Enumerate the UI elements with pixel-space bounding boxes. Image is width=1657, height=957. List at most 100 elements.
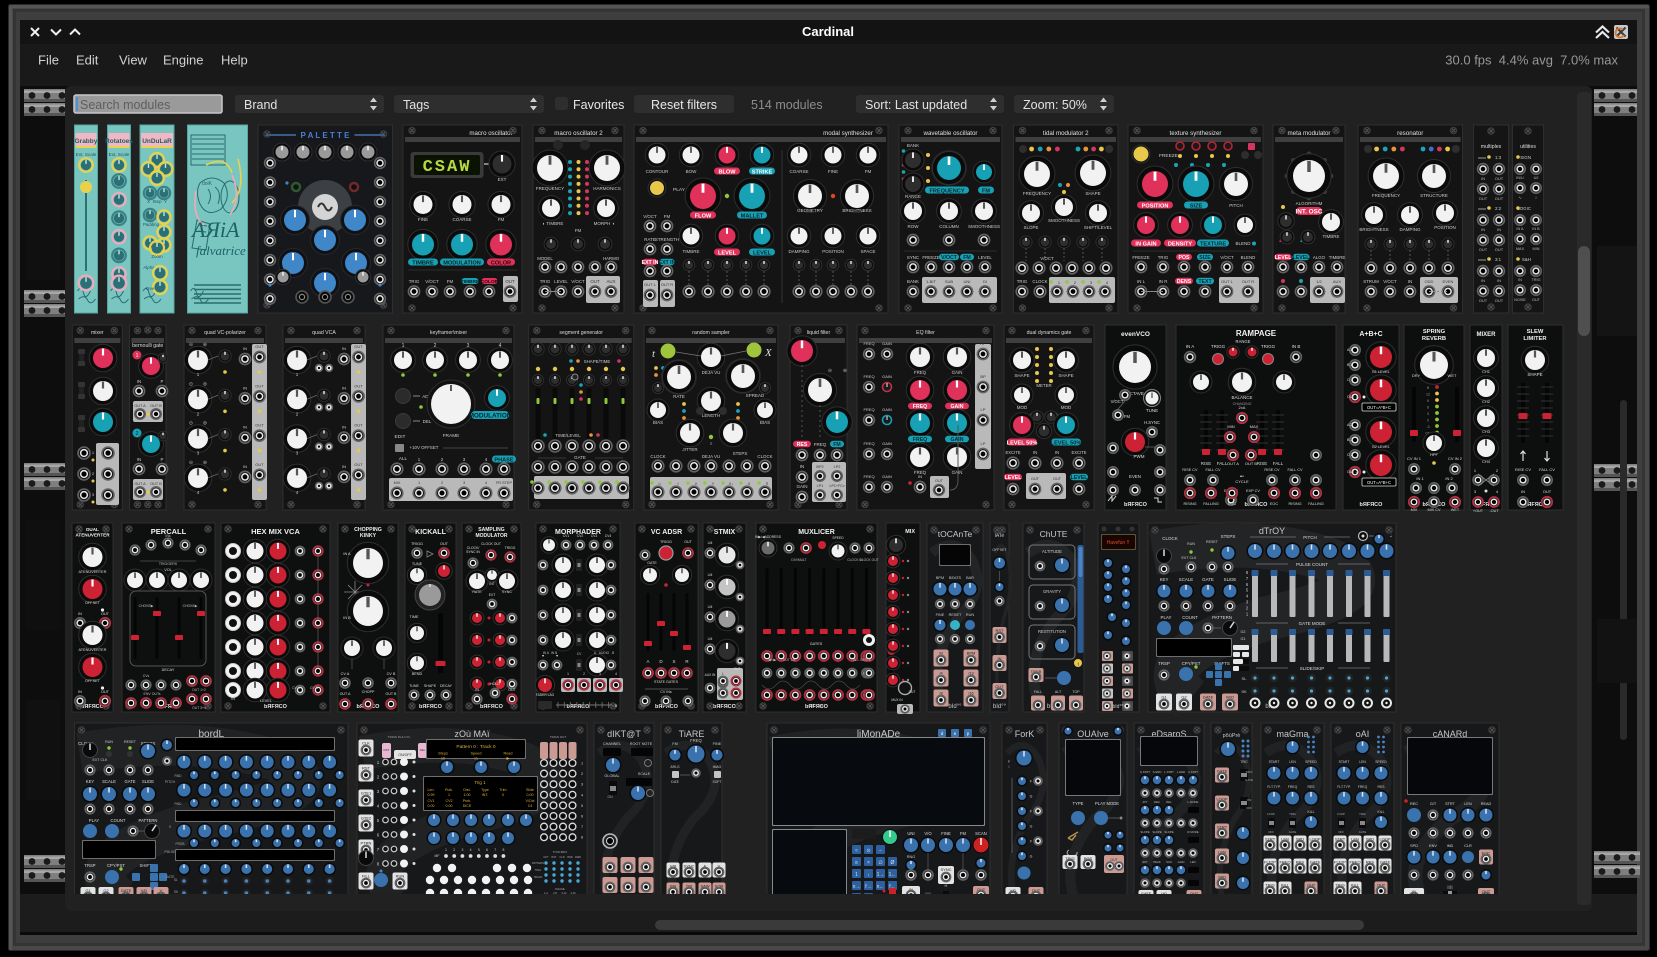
svg-text:GAIN: GAIN [952, 370, 963, 375]
svg-text:CHOKE▶: CHOKE▶ [183, 604, 198, 608]
svg-text:BLEND: BLEND [1235, 241, 1251, 246]
svg-text:OUT: OUT [935, 479, 944, 483]
svg-text:CV IN 1: CV IN 1 [1407, 456, 1422, 461]
svg-text:FRAME: FRAME [443, 433, 460, 439]
svg-text:C 2: C 2 [1347, 453, 1353, 457]
svg-text:V/OCT: V/OCT [1040, 256, 1054, 261]
svg-text:A 2: A 2 [1347, 423, 1352, 427]
svg-text:TRIGG: TRIGG [660, 540, 672, 544]
svg-text:SLOPE: SLOPE [1023, 225, 1038, 230]
svg-text:Ext. Scale: Ext. Scale [109, 152, 130, 157]
svg-text:RISE CV: RISE CV [1264, 468, 1280, 472]
svg-text:FREQ: FREQ [913, 437, 927, 443]
svg-text:U/I: U/I [1534, 176, 1539, 180]
svg-text:SL: SL [1242, 676, 1248, 681]
svg-text:GAIN: GAIN [882, 374, 892, 379]
svg-text:RESET: RESET [124, 740, 137, 744]
svg-text:MOD: MOD [1017, 405, 1028, 410]
svg-text:OUT B: OUT B [386, 692, 398, 696]
svg-text:Help: Help [221, 53, 248, 68]
svg-text:30.0 fps 4.4% avg 7.0% max: 30.0 fps 4.4% avg 7.0% max [1445, 53, 1618, 68]
svg-text:CH2: CH2 [1482, 399, 1491, 404]
svg-text:FREQ: FREQ [914, 370, 927, 375]
svg-text:PITCH: PITCH [1229, 203, 1243, 208]
svg-text:-OUT: -OUT [1489, 509, 1499, 513]
svg-text:EXP CV: EXP CV [1246, 489, 1260, 493]
svg-text:LEVEL: LEVEL [1275, 255, 1293, 261]
svg-text:OUT B: OUT B [150, 404, 162, 408]
svg-text:OUT A: OUT A [134, 482, 146, 486]
svg-text:LP2: LP2 [834, 465, 841, 469]
svg-text:PWM: PWM [1134, 454, 1145, 459]
svg-text:Grabby: Grabby [75, 138, 98, 145]
svg-text:IN: IN [231, 697, 235, 701]
svg-text:t↓: t↓ [659, 482, 662, 486]
svg-text:CV B: CV B [310, 686, 319, 690]
svg-text:IN: IN [1481, 227, 1485, 232]
svg-text:IN: IN [1521, 489, 1525, 494]
svg-text:ALGORITHM: ALGORITHM [1296, 201, 1323, 206]
svg-text:TIMBRE: TIMBRE [412, 260, 434, 266]
svg-text:RISE: RISE [1257, 461, 1268, 466]
svg-text:Favorites: Favorites [573, 98, 624, 112]
svg-text:IN A IN B: IN A IN B [543, 651, 558, 655]
svg-text:LP: LP [981, 441, 986, 446]
svg-text:TRIGGERS: TRIGGERS [159, 562, 178, 566]
svg-text:G2: G2 [1240, 630, 1245, 634]
svg-text:1/2: 1/2 [1316, 279, 1322, 284]
svg-text:FREEZE: FREEZE [922, 255, 939, 260]
svg-text:OUT: OUT [1479, 298, 1488, 303]
svg-text:LP1: LP1 [817, 484, 824, 488]
svg-text:ALGO: ALGO [1313, 255, 1326, 260]
svg-text:REVERB: REVERB [1422, 336, 1446, 342]
svg-text:mixer: mixer [91, 330, 104, 336]
svg-text:IN A: IN A [343, 552, 351, 556]
svg-text:RUN: RUN [105, 740, 113, 744]
svg-text:Rotatoes: Rotatoes [105, 138, 133, 145]
svg-text:MIN: MIN [1533, 247, 1540, 251]
svg-text:IN: IN [78, 690, 82, 694]
svg-text:⊕: ⊕ [203, 460, 207, 466]
svg-text:macro oscillator: macro oscillator [469, 130, 512, 137]
svg-text:IN▶/◀ADDRESS: IN▶/◀ADDRESS [755, 535, 782, 539]
svg-text:Zoom: 50%: Zoom: 50% [1023, 98, 1087, 112]
svg-text:FREQ: FREQ [863, 441, 874, 446]
svg-text:GATE: GATE [647, 561, 657, 565]
svg-text:KINKY: KINKY [360, 533, 377, 539]
svg-text:OUT R: OUT R [661, 282, 673, 287]
svg-text:C 1: C 1 [1347, 378, 1353, 382]
svg-text:FM: FM [833, 442, 841, 448]
svg-text:bId°°: bId°° [1113, 704, 1124, 710]
svg-text:LP: LP [981, 407, 986, 412]
svg-text:3: 3 [1427, 412, 1429, 416]
svg-text:⊖: ⊖ [828, 368, 832, 374]
svg-text:FREQ: FREQ [863, 407, 874, 412]
svg-text:B 2: B 2 [1347, 438, 1352, 442]
svg-text:OFFSET: OFFSET [992, 548, 1007, 552]
svg-text:IN: IN [1055, 450, 1059, 455]
svg-text:PITCH: PITCH [1303, 535, 1317, 540]
svg-text:RISE: RISE [1201, 461, 1212, 466]
svg-text:IN: IN [1481, 176, 1485, 181]
svg-text:FREQ: FREQ [863, 374, 874, 379]
svg-text:COARSE: COARSE [452, 217, 471, 222]
svg-text:CV A: CV A [341, 672, 350, 676]
svg-text:CV2: CV2 [577, 534, 584, 538]
svg-text:FALL: FALL [1273, 461, 1284, 466]
svg-text:TRIG: TRIG [1531, 278, 1540, 282]
svg-text:S: S [672, 659, 675, 664]
svg-text:STRUCTURE: STRUCTURE [1420, 193, 1448, 198]
svg-text:wavetable oscillator: wavetable oscillator [923, 130, 978, 137]
svg-text:FREQUENCY: FREQUENCY [536, 186, 564, 191]
svg-text:FREEZE: FREEZE [1159, 153, 1178, 159]
svg-text:TIMBRE: TIMBRE [682, 249, 699, 254]
svg-text:CLOCK: CLOCK [757, 454, 772, 459]
svg-text:MIX: MIX [905, 529, 915, 535]
svg-text:MUX IN: MUX IN [891, 698, 903, 702]
svg-text:9: 9 [1427, 399, 1429, 403]
svg-text:IN: IN [1408, 279, 1412, 284]
svg-text:CLOCK: CLOCK [1032, 279, 1047, 284]
svg-text:EXCITE: EXCITE [1005, 450, 1020, 455]
svg-text:FM: FM [982, 188, 990, 194]
svg-text:CLOCK: CLOCK [650, 454, 665, 459]
